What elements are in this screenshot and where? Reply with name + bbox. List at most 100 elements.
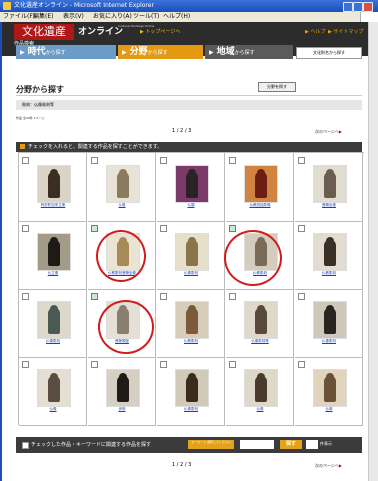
artwork-title-link[interactable]: 仏像彫刻 bbox=[25, 339, 81, 351]
artwork-title-link[interactable]: 仏頭 bbox=[163, 203, 219, 215]
artwork-title-link[interactable]: 仏像彫刻 bbox=[163, 407, 219, 419]
menu-edit[interactable]: 編集(E) bbox=[33, 12, 53, 22]
artwork-title-link[interactable]: 仏像 bbox=[94, 203, 150, 215]
result-checkbox[interactable] bbox=[22, 157, 29, 164]
result-item[interactable]: 仏像彫刻 bbox=[295, 289, 363, 358]
result-item[interactable]: 菩薩坐像 bbox=[295, 153, 363, 222]
keyword-select[interactable]: キーワード 選択してください bbox=[188, 440, 234, 449]
related-search-checkbox[interactable] bbox=[22, 442, 29, 449]
result-item[interactable]: 仏像 bbox=[295, 357, 363, 426]
next-page-link-top[interactable]: 次のページへ▶ bbox=[315, 129, 342, 135]
artwork-thumbnail[interactable] bbox=[37, 301, 71, 339]
result-checkbox[interactable] bbox=[22, 225, 29, 232]
artwork-title-link[interactable]: 阿弥陀如来立像 bbox=[25, 203, 81, 215]
result-checkbox[interactable] bbox=[298, 361, 305, 368]
artwork-title-link[interactable]: 仏像彫刻 bbox=[301, 339, 357, 351]
artwork-title-link[interactable]: 仏像 bbox=[301, 407, 357, 419]
result-checkbox[interactable] bbox=[91, 225, 98, 232]
artwork-title-link[interactable]: 仏教彫刻 bbox=[301, 271, 357, 283]
artwork-thumbnail[interactable] bbox=[313, 301, 347, 339]
result-checkbox[interactable] bbox=[298, 293, 305, 300]
artwork-thumbnail[interactable] bbox=[313, 369, 347, 407]
result-item[interactable]: 仏像彫刻 bbox=[157, 221, 225, 290]
menu-help[interactable]: ヘルプ(H) bbox=[163, 12, 190, 22]
artwork-thumbnail[interactable] bbox=[175, 165, 209, 203]
result-checkbox[interactable] bbox=[91, 361, 98, 368]
result-item[interactable]: 仏教説話彫像 bbox=[226, 153, 294, 222]
artwork-thumbnail[interactable] bbox=[37, 233, 71, 271]
artwork-title-link[interactable]: 仏立像 bbox=[25, 271, 81, 283]
artwork-thumbnail[interactable] bbox=[106, 165, 140, 203]
tab-field[interactable]: ▶ 分野から探す bbox=[118, 45, 203, 59]
change-field-button[interactable]: 分野を探す bbox=[258, 82, 296, 92]
result-item[interactable]: 仏頭 bbox=[157, 153, 225, 222]
search-button[interactable]: 探す bbox=[280, 440, 302, 449]
artwork-title-link[interactable]: 菩薩坐像 bbox=[301, 203, 357, 215]
result-item[interactable]: 仏像彫刻等 bbox=[226, 289, 294, 358]
tab-era[interactable]: ▶ 時代から探す bbox=[16, 45, 116, 59]
vertical-scrollbar[interactable] bbox=[368, 22, 378, 481]
artwork-title-link[interactable]: 仏像彫刻 bbox=[163, 271, 219, 283]
result-checkbox[interactable] bbox=[160, 225, 167, 232]
result-checkbox[interactable] bbox=[22, 293, 29, 300]
artwork-title-link[interactable]: 仏像彫刻等 bbox=[232, 339, 288, 351]
result-checkbox[interactable] bbox=[298, 225, 305, 232]
result-item[interactable]: 仏教彫刻 bbox=[157, 289, 225, 358]
tab-region[interactable]: ▶ 地域から探す bbox=[205, 45, 293, 59]
result-item[interactable]: 阿弥陀如来立像 bbox=[19, 153, 87, 222]
result-checkbox[interactable] bbox=[229, 157, 236, 164]
result-checkbox[interactable] bbox=[160, 157, 167, 164]
minimize-button[interactable] bbox=[343, 2, 353, 12]
close-button[interactable] bbox=[363, 2, 373, 12]
artwork-thumbnail[interactable] bbox=[37, 369, 71, 407]
artwork-thumbnail[interactable] bbox=[244, 165, 278, 203]
result-item[interactable]: 仏像 bbox=[88, 153, 156, 222]
help-link[interactable]: ▶ ヘルプ bbox=[305, 28, 325, 35]
result-checkbox[interactable] bbox=[91, 157, 98, 164]
result-item[interactable]: 伊勢 bbox=[88, 357, 156, 426]
result-checkbox[interactable] bbox=[160, 293, 167, 300]
result-item[interactable]: 仏立像 bbox=[19, 221, 87, 290]
pagination-bottom[interactable]: 1 / 2 / 3 bbox=[172, 462, 191, 468]
result-item[interactable]: 仏像 bbox=[19, 357, 87, 426]
ie-app-icon bbox=[3, 2, 11, 10]
artwork-thumbnail[interactable] bbox=[175, 233, 209, 271]
artwork-thumbnail[interactable] bbox=[175, 369, 209, 407]
artwork-title-link[interactable]: 伊勢 bbox=[94, 407, 150, 419]
result-checkbox[interactable] bbox=[229, 225, 236, 232]
site-logo[interactable]: 文化遺産 bbox=[14, 24, 74, 40]
menu-favorites[interactable]: お気に入り(A) bbox=[93, 12, 132, 22]
result-checkbox[interactable] bbox=[298, 157, 305, 164]
result-checkbox[interactable] bbox=[91, 293, 98, 300]
menu-tools[interactable]: ツール(T) bbox=[133, 12, 159, 22]
menu-file[interactable]: ファイル(F) bbox=[3, 12, 35, 22]
result-checkbox[interactable] bbox=[22, 361, 29, 368]
next-page-link-bottom[interactable]: 次のページへ▶ bbox=[315, 463, 342, 469]
artwork-thumbnail[interactable] bbox=[244, 369, 278, 407]
artwork-title-link[interactable]: 仏教彫刻 bbox=[163, 339, 219, 351]
result-item[interactable]: 仏像彫刻 bbox=[19, 289, 87, 358]
artwork-title-link[interactable]: 仏像 bbox=[25, 407, 81, 419]
artwork-title-link[interactable]: 仏像 bbox=[232, 407, 288, 419]
artwork-thumbnail[interactable] bbox=[175, 301, 209, 339]
result-checkbox[interactable] bbox=[229, 293, 236, 300]
result-checkbox[interactable] bbox=[229, 361, 236, 368]
sitemap-link[interactable]: ▶ サイトマップ bbox=[328, 28, 363, 35]
artwork-thumbnail[interactable] bbox=[106, 369, 140, 407]
search-by-name-button[interactable]: 文化財名から探す bbox=[296, 47, 362, 59]
artwork-title-link[interactable]: 仏教説話彫像 bbox=[232, 203, 288, 215]
maximize-button[interactable] bbox=[353, 2, 363, 12]
result-checkbox[interactable] bbox=[160, 361, 167, 368]
result-item[interactable]: 仏像彫刻 bbox=[157, 357, 225, 426]
menu-view[interactable]: 表示(V) bbox=[63, 12, 84, 22]
toppage-link[interactable]: ▶ トップページへ bbox=[140, 28, 180, 36]
artwork-thumbnail[interactable] bbox=[313, 233, 347, 271]
artwork-thumbnail[interactable] bbox=[37, 165, 71, 203]
artwork-thumbnail[interactable] bbox=[244, 301, 278, 339]
keyword-input[interactable] bbox=[240, 440, 274, 449]
result-item[interactable]: 仏教彫刻 bbox=[295, 221, 363, 290]
pagination-top[interactable]: 1 / 2 / 3 bbox=[172, 128, 191, 134]
artwork-thumbnail[interactable] bbox=[313, 165, 347, 203]
count-select[interactable] bbox=[306, 440, 318, 449]
result-item[interactable]: 仏像 bbox=[226, 357, 294, 426]
